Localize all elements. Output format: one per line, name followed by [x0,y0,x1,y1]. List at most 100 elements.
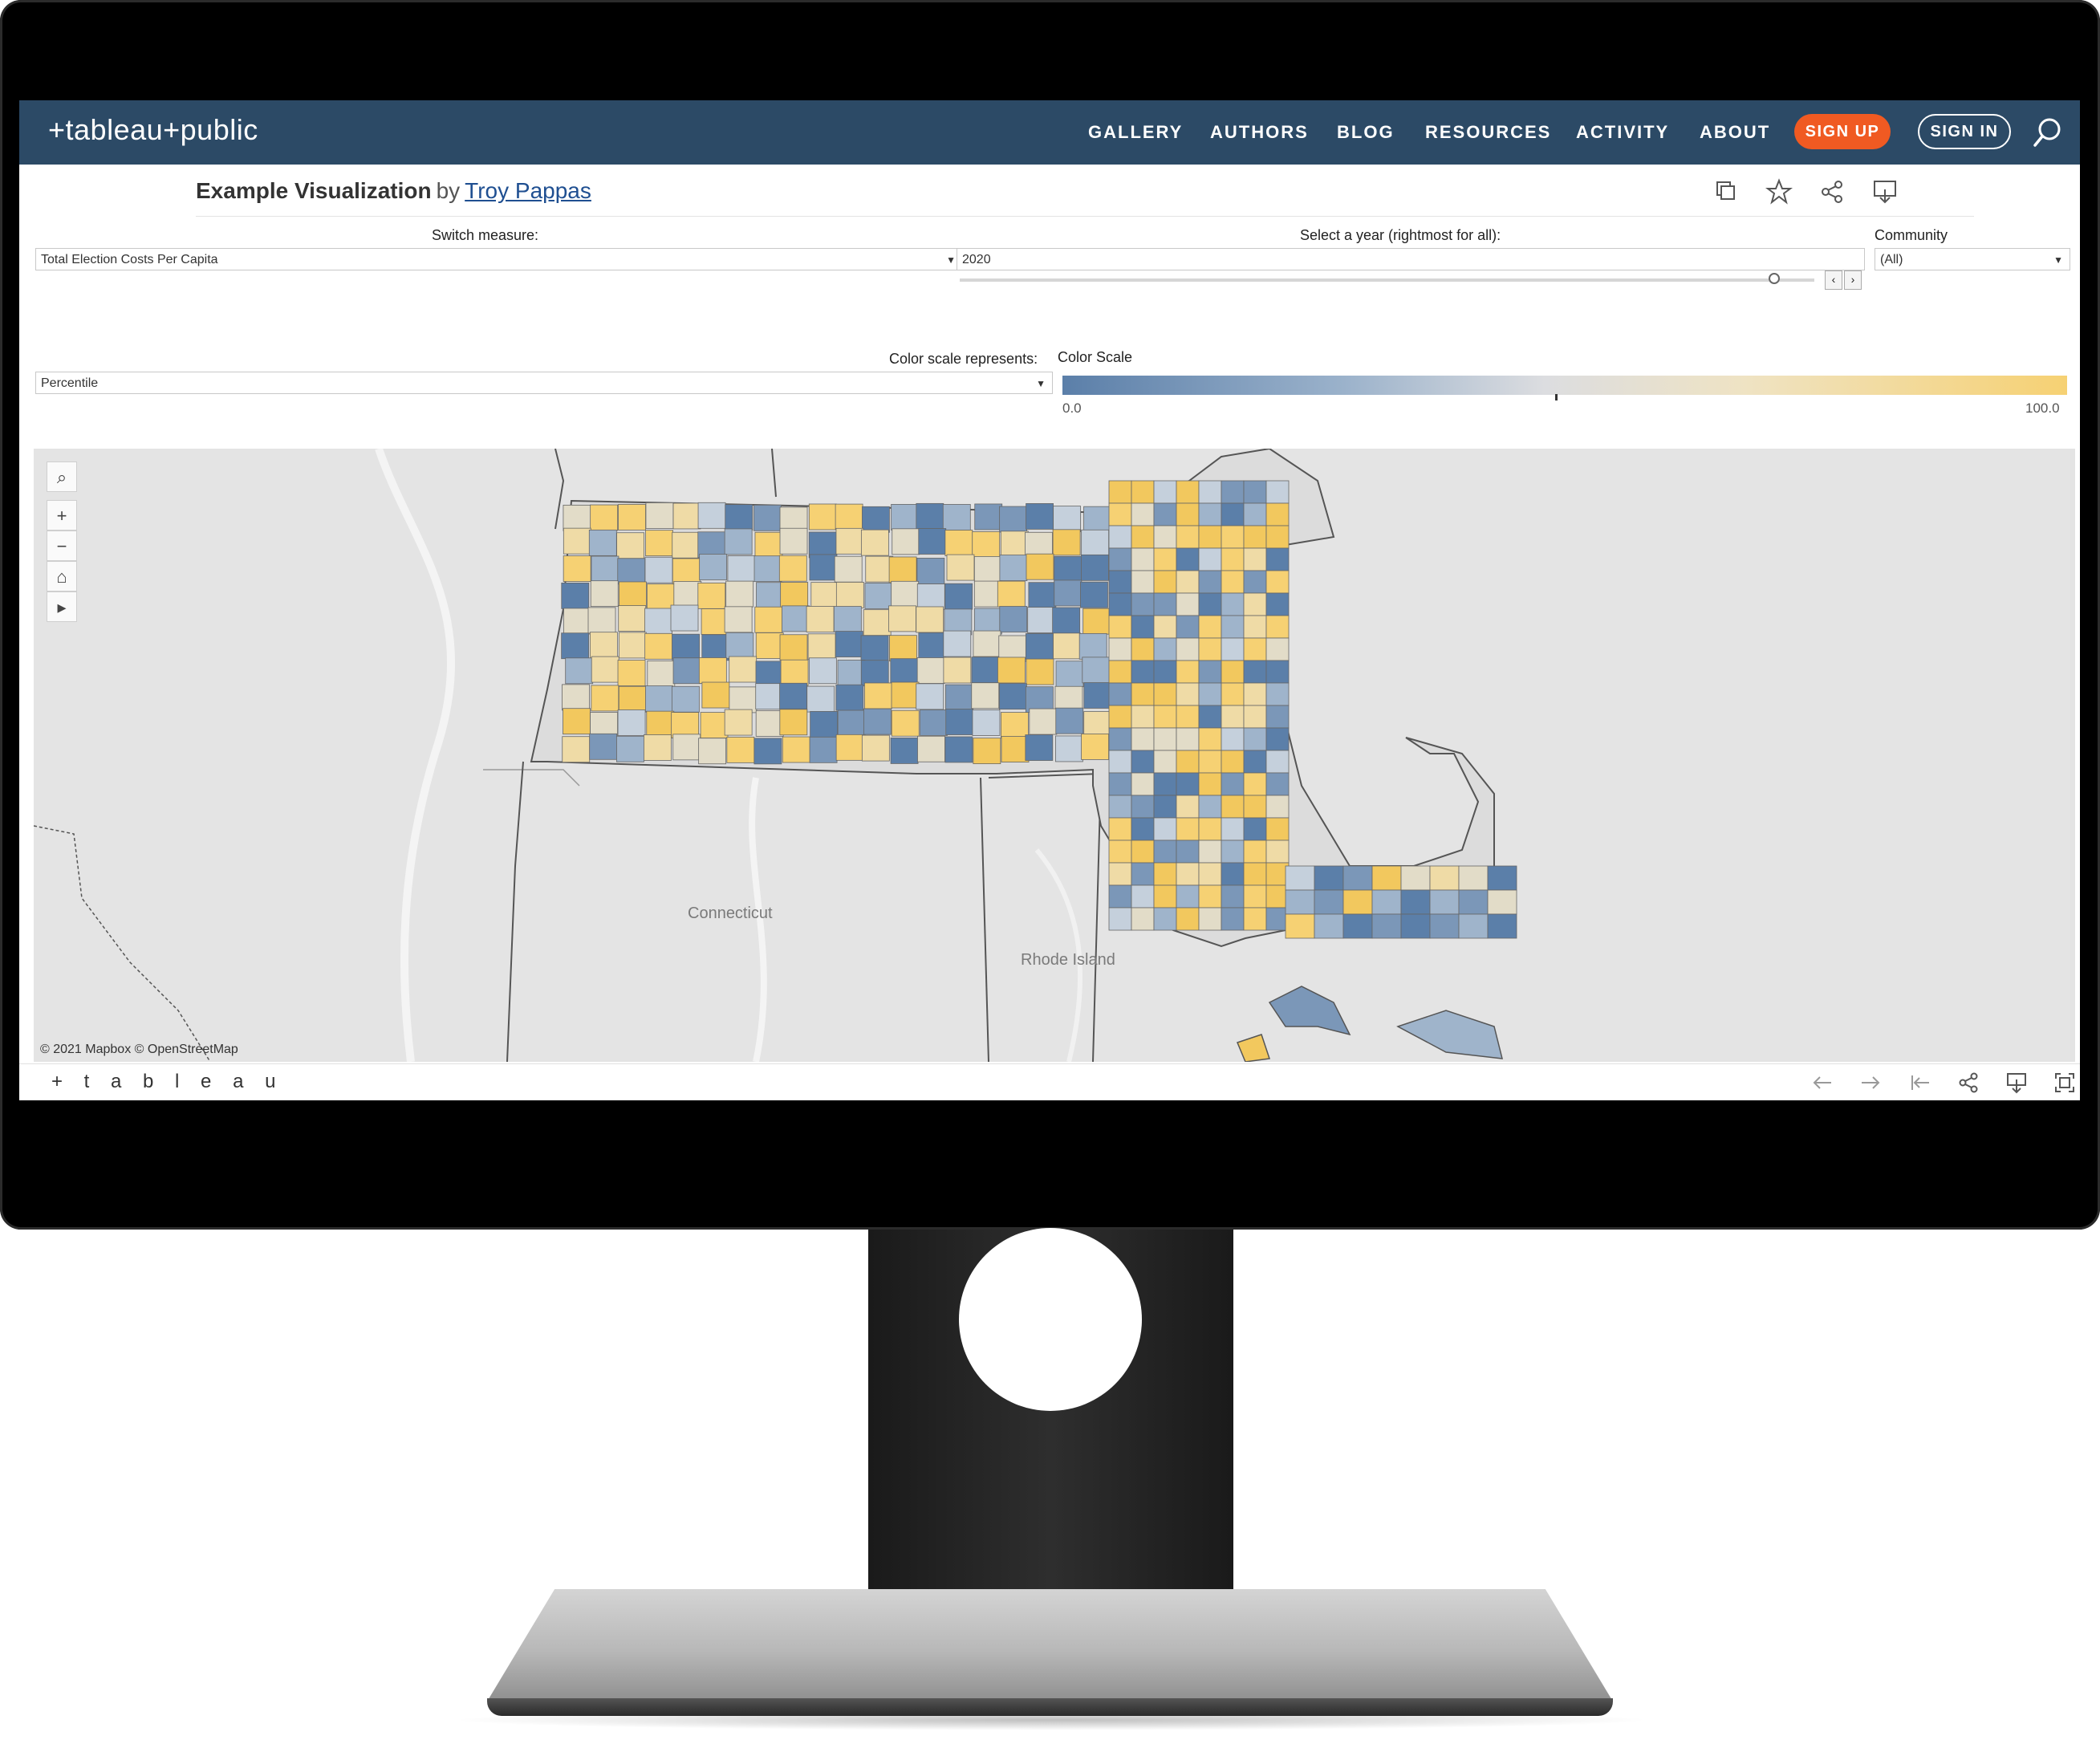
zoom-in-button[interactable]: + [47,500,77,531]
author-link[interactable]: Troy Pappas [465,178,591,203]
town-region [673,581,702,608]
tableau-public-logo[interactable]: +tableau+public [48,113,258,147]
town-region [618,632,647,659]
town-region [917,735,945,762]
town-region [672,657,701,685]
map-search-icon[interactable]: ⌕ [47,461,77,492]
town-region [1108,772,1132,796]
town-region [1176,660,1200,684]
switch-measure-dropdown[interactable]: Total Election Costs Per Capita ▼ [35,248,963,270]
town-region [587,607,616,634]
color-scale-represents-dropdown[interactable]: Percentile ▼ [35,372,1053,394]
sign-up-button[interactable]: SIGN UP [1794,114,1891,149]
share-icon[interactable] [1956,1071,1980,1095]
nav-about[interactable]: ABOUT [1700,122,1770,143]
town-region [888,556,917,583]
copy-icon[interactable] [1712,178,1740,205]
scale-min-label: 0.0 [1062,400,1082,416]
zoom-out-button[interactable]: − [47,531,77,561]
town-region [1458,889,1489,915]
town-region [565,657,594,685]
town-region [591,656,619,683]
town-region [890,658,919,685]
scale-max-label: 100.0 [2025,400,2060,416]
year-previous-button[interactable]: ‹ [1825,270,1842,290]
town-region [1153,615,1177,639]
town-region [1198,884,1222,909]
town-region [1342,913,1373,939]
town-region [672,734,701,761]
town-region [1285,913,1315,939]
town-region [1198,907,1222,931]
town-region [837,709,866,737]
town-region [1029,708,1058,735]
town-region [1176,907,1200,931]
town-region [1285,889,1315,915]
choropleth-map[interactable]: Connecticut Rhode Island ⌕ + − ⌂ ▸ © 202… [34,449,2075,1062]
town-region [999,555,1028,581]
town-region [1053,506,1082,532]
town-region [1221,772,1245,796]
redo-arrow-icon[interactable] [1858,1071,1883,1095]
home-icon[interactable]: ⌂ [47,561,77,592]
nav-blog[interactable]: BLOG [1337,122,1395,143]
title-divider [196,216,1974,217]
town-region [1108,570,1132,594]
revert-icon[interactable] [1908,1071,1932,1095]
town-region [1055,661,1084,688]
nav-activity[interactable]: ACTIVITY [1576,122,1669,143]
year-input[interactable]: 2020 [957,248,1865,270]
share-icon[interactable] [1818,178,1846,205]
year-slider-thumb[interactable] [1769,273,1780,284]
town-region [942,504,971,531]
town-region [1265,592,1290,616]
monitor-base-edge [487,1698,1613,1716]
town-region [1487,913,1517,939]
nav-resources[interactable]: RESOURCES [1425,122,1551,143]
town-region [1265,840,1290,864]
town-region [644,632,673,660]
town-region [1025,632,1054,660]
fullscreen-icon[interactable] [2053,1071,2077,1095]
town-region [1176,480,1200,504]
town-region [1083,711,1112,738]
town-region [971,657,1000,684]
nav-gallery[interactable]: GALLERY [1088,122,1183,143]
town-region [1400,889,1431,915]
town-region [755,710,784,737]
town-region [1131,592,1155,616]
year-next-button[interactable]: › [1844,270,1862,290]
play-icon[interactable]: ▸ [47,592,77,622]
search-icon[interactable] [2032,116,2064,148]
town-region [590,580,619,608]
town-region [1198,570,1222,594]
favorite-star-icon[interactable] [1765,178,1793,205]
download-icon[interactable] [1871,178,1899,205]
town-region [1054,555,1082,583]
town-region [588,529,617,556]
undo-arrow-icon[interactable] [1810,1071,1834,1095]
sign-in-button[interactable]: SIGN IN [1918,114,2011,149]
town-region [1176,862,1200,886]
year-slider-track[interactable] [960,278,1814,282]
town-region [1243,502,1267,526]
town-region [1314,913,1344,939]
town-region [1243,637,1267,661]
town-region [1153,547,1177,571]
town-region [1131,502,1155,526]
town-region [727,555,756,582]
town-region [725,580,754,608]
viz-title-block: Example Visualization by Troy Pappas [196,178,591,204]
town-region [999,506,1028,533]
nav-authors[interactable]: AUTHORS [1210,122,1309,143]
town-region [1131,547,1155,571]
town-region [778,555,807,582]
town-region [916,558,945,584]
town-region [835,527,864,555]
town-region [1108,750,1132,774]
map-toolbar: ⌕ + − ⌂ ▸ [47,461,79,622]
town-region [835,582,864,608]
download-icon[interactable] [2005,1071,2029,1095]
tableau-logo[interactable]: + t a b l e a u [51,1071,283,1093]
community-dropdown[interactable]: (All) ▼ [1875,248,2070,270]
